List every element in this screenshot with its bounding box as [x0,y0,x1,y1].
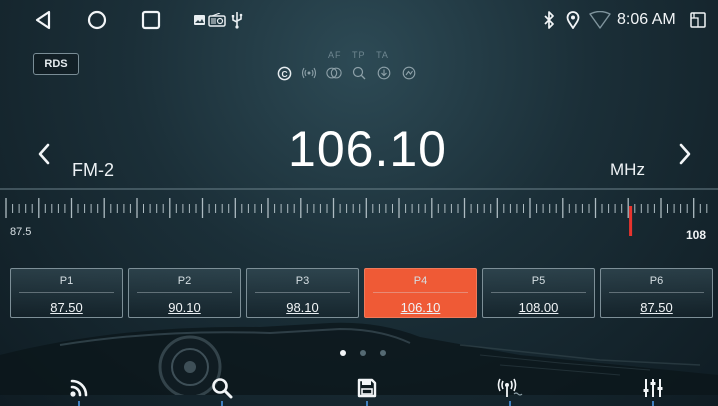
location-icon [565,8,581,32]
search-icon [212,378,233,399]
nav-tick [366,401,368,406]
page-dot-active [340,350,346,356]
preset-frequency-value: 108.00 [518,300,559,315]
preset-p3[interactable]: P3 98.10 [246,268,359,318]
preset-frequency: 108.00 [483,300,594,315]
preset-frequency-value: 87.50 [50,300,83,315]
band-label[interactable]: FM-2 [72,160,114,181]
preset-frequency: 87.50 [11,300,122,315]
chevron-right-icon [679,143,691,165]
preset-divider [373,292,468,293]
ta-flag: TA [376,50,389,60]
page-dot [380,350,386,356]
broadcast-button[interactable] [59,373,99,403]
preset-p5[interactable]: P5 108.00 [482,268,595,318]
preset-frequency: 106.10 [365,300,476,315]
preset-divider [609,292,704,293]
tuning-needle[interactable] [629,206,633,236]
bottom-toolbar [0,370,718,406]
signal-icon [301,65,317,81]
af-flag: AF [328,50,342,60]
status-bar: 8:06 AM [0,0,718,40]
page-dot [360,350,366,356]
preset-divider [491,292,586,293]
preset-frequency-value: 90.10 [168,300,201,315]
preset-row: P1 87.50 P2 90.10 P3 98.10 P4 106.10 P5 … [10,268,713,318]
download-icon [376,65,392,81]
nav-tick [509,401,511,406]
bluetooth-icon [541,8,557,32]
seek-next-button[interactable] [672,138,698,170]
svg-text:C: C [281,68,287,78]
preset-p4[interactable]: P4 106.10 [364,268,477,318]
frequency-unit: MHz [610,160,645,179]
clock: 8:06 AM [617,11,676,28]
preset-frequency-value: 106.10 [400,300,441,315]
preset-p2[interactable]: P2 90.10 [128,268,241,318]
preset-frequency: 87.50 [601,300,712,315]
preset-name: P3 [295,275,310,287]
preset-divider [137,292,232,293]
back-triangle-icon[interactable] [33,8,53,32]
wifi-icon [588,8,612,32]
nav-tick [221,401,223,406]
search-button[interactable] [202,373,242,403]
antenna-button[interactable] [490,373,530,403]
scale-max-label: 108 [686,228,707,242]
rds-flags: AF TP TA [328,50,396,60]
preset-p1[interactable]: P1 87.50 [10,268,123,318]
search-small-icon [351,65,367,81]
tuning-scale[interactable] [0,188,718,248]
scale-min-label: 87.5 [10,226,32,238]
tp-flag: TP [352,50,366,60]
rds-button[interactable]: RDS [33,53,79,75]
antenna-icon [497,378,523,397]
broadcast-icon [70,379,88,397]
radio-notification-icon [207,8,227,32]
save-button[interactable] [347,373,387,403]
save-icon [357,378,377,398]
stereo-icon: C [276,65,292,81]
recents-square-icon[interactable] [140,8,162,32]
circle-arrow-icon [401,65,417,81]
image-notification-icon [193,8,205,32]
preset-name: P4 [413,275,428,287]
equalizer-icon [643,379,663,397]
preset-p6[interactable]: P6 87.50 [600,268,713,318]
equalizer-button[interactable] [633,373,673,403]
seek-prev-button[interactable] [31,138,57,170]
nav-tick [652,401,654,406]
preset-divider [255,292,350,293]
page-indicator [340,350,386,356]
preset-divider [19,292,114,293]
frequency-display: 106.10 [288,121,447,177]
preset-name: P5 [531,275,546,287]
chevron-left-icon [38,143,50,165]
loudness-icon [326,65,342,81]
home-circle-icon[interactable] [86,8,108,32]
preset-frequency: 98.10 [247,300,358,315]
radio-status-icons: C [276,65,417,81]
preset-name: P1 [59,275,74,287]
screenshot-icon[interactable] [689,8,707,32]
preset-frequency: 90.10 [129,300,240,315]
usb-icon [230,8,244,32]
nav-tick [78,401,80,406]
preset-frequency-value: 87.50 [640,300,673,315]
preset-frequency-value: 98.10 [286,300,319,315]
preset-name: P6 [649,275,664,287]
preset-name: P2 [177,275,192,287]
